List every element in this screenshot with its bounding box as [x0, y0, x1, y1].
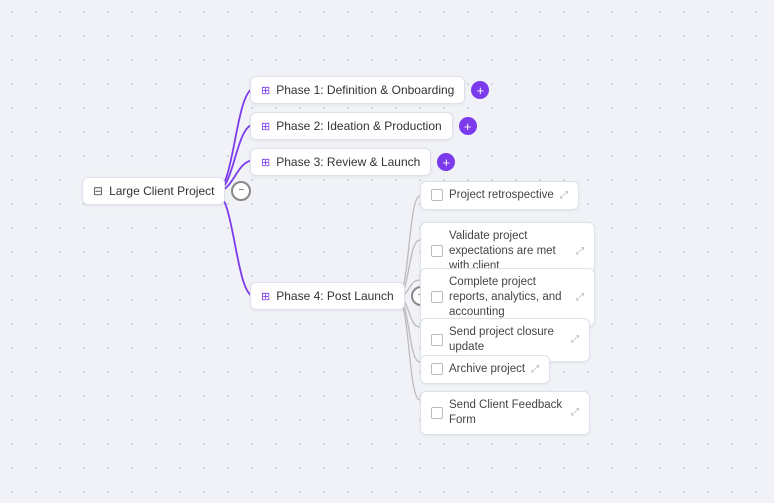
- phase4-box[interactable]: ⊞ Phase 4: Post Launch: [250, 282, 405, 310]
- task5-expand-icon[interactable]: ⤢: [531, 364, 539, 375]
- task6-checkbox[interactable]: [431, 407, 443, 419]
- phase3-add-button[interactable]: +: [437, 153, 455, 171]
- task3-label: Complete project reports, analytics, and…: [449, 275, 570, 320]
- grid-icon: ⊞: [261, 120, 270, 133]
- phase2-add-button[interactable]: +: [459, 117, 477, 135]
- task5-box[interactable]: Archive project ⤢: [420, 355, 550, 384]
- task5-checkbox[interactable]: [431, 363, 443, 375]
- phase3-node: ⊞ Phase 3: Review & Launch +: [250, 148, 455, 176]
- task6-node: Send Client Feedback Form ⤢: [420, 391, 590, 435]
- task5-node: Archive project ⤢: [420, 355, 550, 384]
- phase1-add-button[interactable]: +: [471, 81, 489, 99]
- root-label: Large Client Project: [109, 184, 214, 198]
- root-node: ⊟ Large Client Project −: [82, 177, 251, 205]
- task4-expand-icon[interactable]: ⤢: [571, 334, 579, 345]
- task1-box[interactable]: Project retrospective ⤢: [420, 181, 579, 210]
- task2-expand-icon[interactable]: ⤢: [576, 246, 584, 257]
- task1-checkbox[interactable]: [431, 189, 443, 201]
- task5-label: Archive project: [449, 362, 525, 377]
- task2-checkbox[interactable]: [431, 245, 443, 257]
- phase1-node: ⊞ Phase 1: Definition & Onboarding +: [250, 76, 489, 104]
- phase3-label: Phase 3: Review & Launch: [276, 155, 420, 169]
- phase4-label: Phase 4: Post Launch: [276, 289, 393, 303]
- phase4-node: ⊞ Phase 4: Post Launch −: [250, 282, 431, 310]
- task1-label: Project retrospective: [449, 188, 554, 203]
- task6-expand-icon[interactable]: ⤢: [571, 407, 579, 418]
- task3-checkbox[interactable]: [431, 291, 443, 303]
- root-box[interactable]: ⊟ Large Client Project: [82, 177, 225, 205]
- task6-box[interactable]: Send Client Feedback Form ⤢: [420, 391, 590, 435]
- task6-label: Send Client Feedback Form: [449, 398, 565, 428]
- phase3-box[interactable]: ⊞ Phase 3: Review & Launch: [250, 148, 431, 176]
- grid-icon: ⊞: [261, 290, 270, 303]
- task4-checkbox[interactable]: [431, 334, 443, 346]
- task1-node: Project retrospective ⤢: [420, 181, 579, 210]
- grid-icon: ⊞: [261, 156, 270, 169]
- grid-icon: ⊞: [261, 84, 270, 97]
- phase2-node: ⊞ Phase 2: Ideation & Production +: [250, 112, 477, 140]
- task4-label: Send project closure update: [449, 325, 565, 355]
- folder-icon: ⊟: [93, 184, 103, 198]
- root-circle[interactable]: −: [231, 181, 251, 201]
- phase1-label: Phase 1: Definition & Onboarding: [276, 83, 454, 97]
- phase1-box[interactable]: ⊞ Phase 1: Definition & Onboarding: [250, 76, 465, 104]
- task1-expand-icon[interactable]: ⤢: [560, 190, 568, 201]
- phase2-box[interactable]: ⊞ Phase 2: Ideation & Production: [250, 112, 453, 140]
- task3-expand-icon[interactable]: ⤢: [576, 292, 584, 303]
- phase2-label: Phase 2: Ideation & Production: [276, 119, 441, 133]
